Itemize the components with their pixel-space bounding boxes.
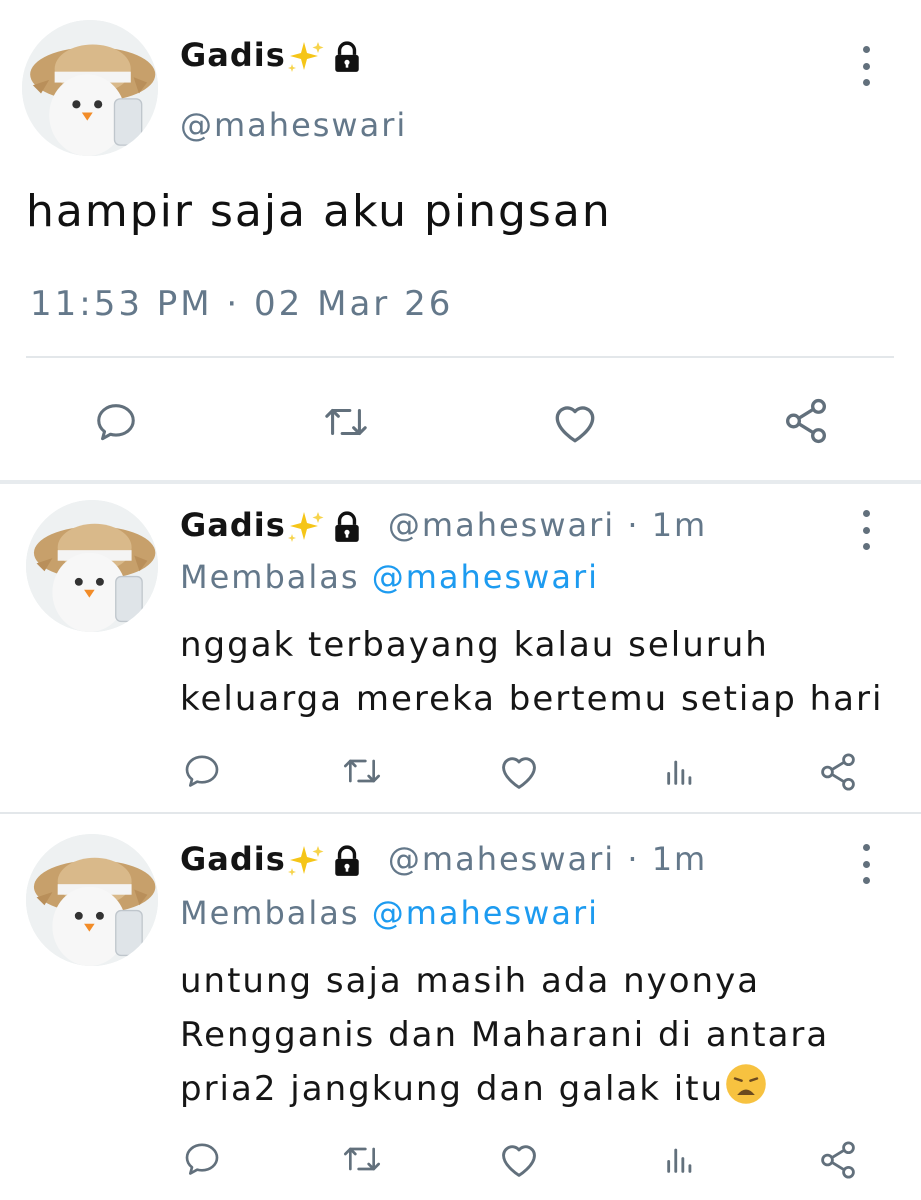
- share-icon: [821, 1141, 855, 1179]
- weary-face-emoji-icon: [726, 1064, 766, 1104]
- speech-bubble-icon: [185, 755, 219, 787]
- bar-chart-icon: [667, 1148, 692, 1173]
- sparkles-icon: [287, 846, 324, 876]
- like-button[interactable]: [548, 396, 602, 448]
- heart-icon: [555, 406, 595, 443]
- replying-prefix: Membalas: [180, 894, 372, 932]
- reply-button[interactable]: [90, 396, 142, 448]
- reply-text-line-wrap: pria2 jangkung dan galak itu: [180, 1062, 829, 1116]
- more-vertical-icon[interactable]: [856, 46, 876, 86]
- replying-to: Membalas @maheswari: [180, 894, 599, 932]
- avatar[interactable]: [22, 20, 158, 156]
- heart-icon: [502, 1145, 536, 1177]
- reply-text-line: Rengganis dan Maharani di antara: [180, 1015, 830, 1055]
- reply-tweet: Gadis @maheswari · 1m Membalas @maheswar…: [0, 814, 921, 1200]
- like-button[interactable]: [496, 1138, 542, 1180]
- heart-icon: [502, 757, 536, 789]
- reply-text-line: untung saja masih ada nyonya: [180, 961, 761, 1001]
- reply-text-line: pria2 jangkung dan galak itu: [180, 1069, 725, 1109]
- display-name: Gadis: [180, 36, 286, 74]
- display-name: Gadis: [180, 840, 286, 878]
- divider: [26, 356, 894, 358]
- display-name-row[interactable]: Gadis: [180, 36, 362, 74]
- lock-icon: [333, 41, 361, 73]
- share-button[interactable]: [780, 394, 832, 448]
- timestamp: 11:53 PM · 02 Mar 26: [30, 284, 454, 324]
- sparkles-icon: [287, 42, 324, 72]
- reply-text: untung saja masih ada nyonya Rengganis d…: [180, 954, 829, 1116]
- retweet-icon: [325, 408, 367, 436]
- share-icon: [821, 753, 855, 791]
- sparkles-icon: [287, 512, 324, 542]
- retweet-icon: [344, 759, 380, 783]
- avatar[interactable]: [26, 834, 158, 966]
- more-vertical-icon[interactable]: [856, 844, 876, 884]
- mention-link[interactable]: @maheswari: [372, 894, 599, 932]
- reply-text-line: keluarga mereka bertemu setiap hari: [180, 679, 884, 719]
- display-name: Gadis: [180, 506, 286, 544]
- main-tweet: Gadis @maheswari hampir saja aku pingsan…: [0, 0, 921, 480]
- views-button[interactable]: [660, 1140, 700, 1180]
- lock-icon: [333, 511, 361, 543]
- avatar-image: [22, 20, 158, 156]
- retweet-icon: [344, 1147, 380, 1171]
- display-name-row[interactable]: Gadis @maheswari · 1m: [180, 506, 707, 544]
- views-button[interactable]: [660, 752, 700, 792]
- speech-bubble-icon: [97, 404, 135, 441]
- speech-bubble-icon: [185, 1143, 219, 1175]
- more-vertical-icon[interactable]: [856, 510, 876, 550]
- handle-time: @maheswari · 1m: [387, 840, 708, 878]
- reply-tweet: Gadis @maheswari · 1m Membalas @maheswar…: [0, 484, 921, 810]
- bar-chart-icon: [667, 760, 692, 785]
- lock-icon: [333, 845, 361, 877]
- handle-time: @maheswari · 1m: [387, 506, 708, 544]
- handle[interactable]: @maheswari: [180, 106, 407, 144]
- share-icon: [786, 398, 826, 444]
- reply-text-line: nggak terbayang kalau seluruh: [180, 625, 769, 665]
- replying-prefix: Membalas: [180, 558, 372, 596]
- avatar[interactable]: [26, 500, 158, 632]
- retweet-button[interactable]: [318, 396, 374, 448]
- replying-to: Membalas @maheswari: [180, 558, 599, 596]
- avatar-image: [26, 834, 158, 966]
- share-button[interactable]: [816, 750, 860, 794]
- retweet-button[interactable]: [338, 1138, 386, 1180]
- like-button[interactable]: [496, 750, 542, 792]
- avatar-image: [26, 500, 158, 632]
- reply-text: nggak terbayang kalau seluruh keluarga m…: [180, 618, 883, 726]
- reply-button[interactable]: [180, 1138, 224, 1180]
- reply-button[interactable]: [180, 750, 224, 792]
- tweet-text: hampir saja aku pingsan: [26, 186, 612, 237]
- mention-link[interactable]: @maheswari: [372, 558, 599, 596]
- share-button[interactable]: [816, 1138, 860, 1182]
- display-name-row[interactable]: Gadis @maheswari · 1m: [180, 840, 707, 878]
- retweet-button[interactable]: [338, 750, 386, 792]
